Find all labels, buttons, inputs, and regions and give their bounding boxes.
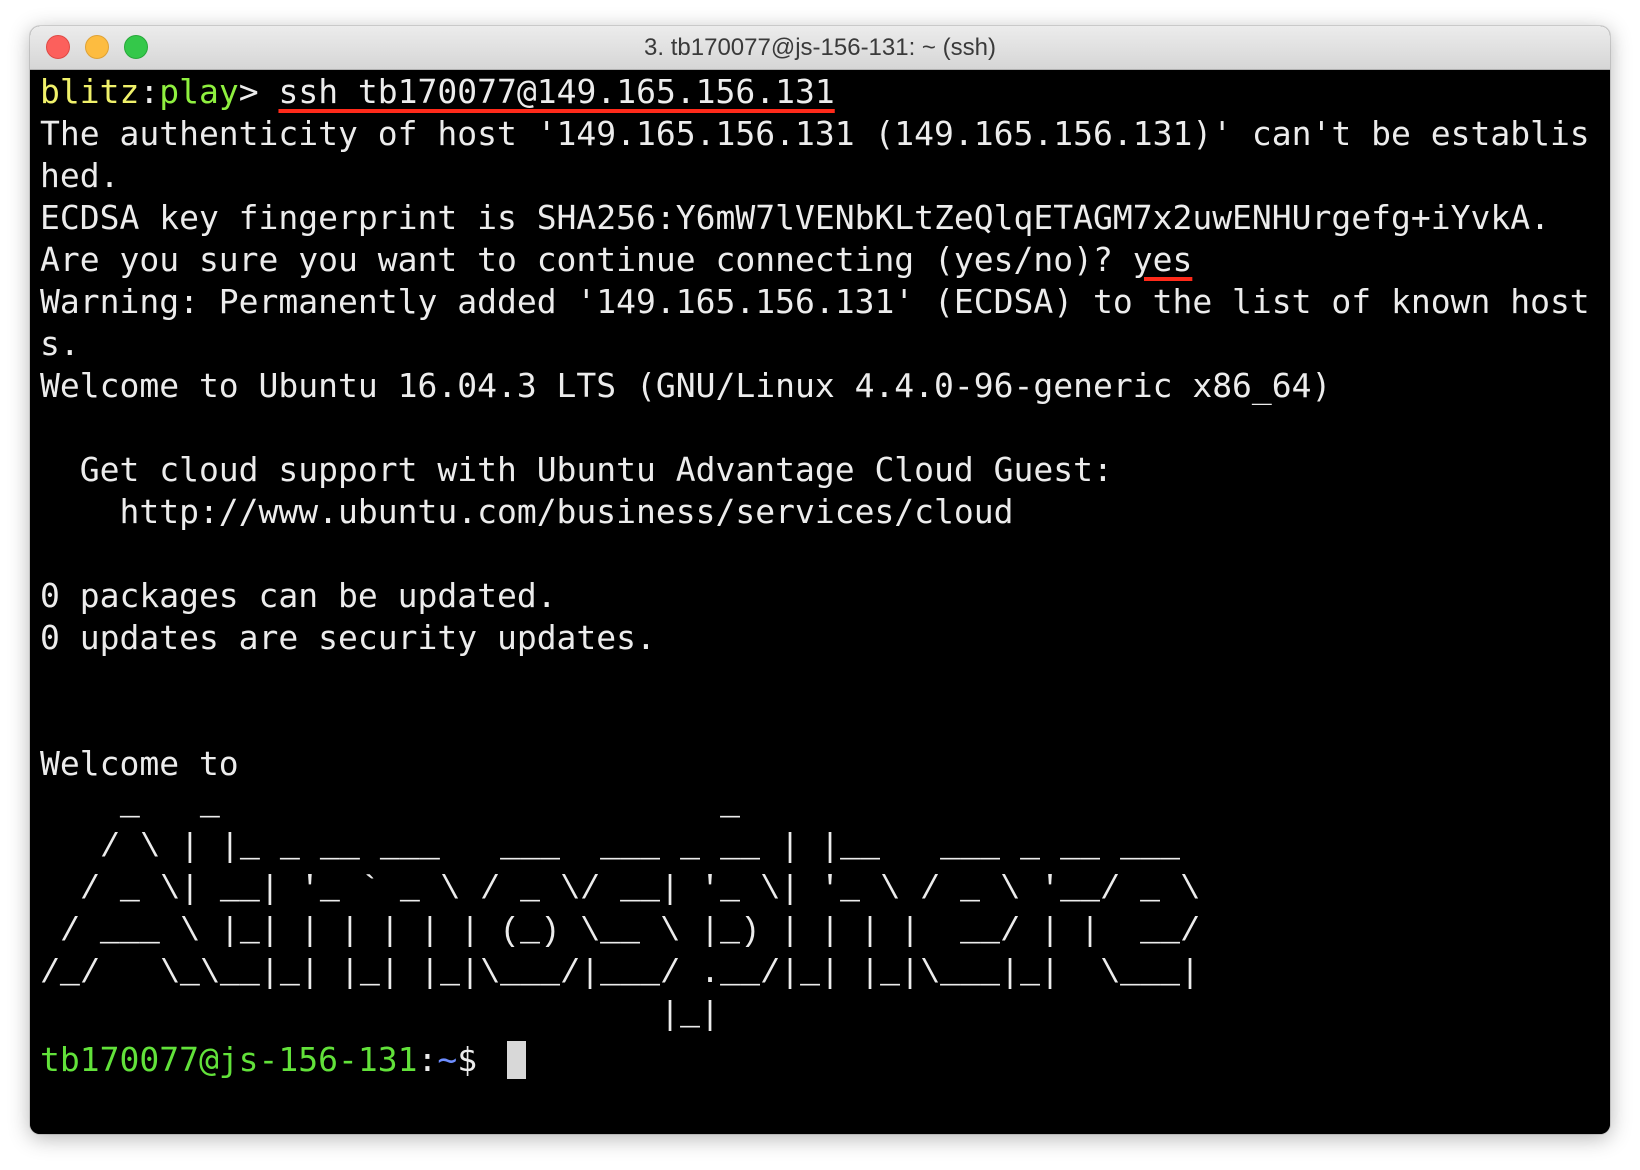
warning-line-2: s.: [40, 324, 80, 363]
text-cursor[interactable]: [507, 1041, 526, 1079]
security-updates-line: 0 updates are security updates.: [40, 618, 656, 657]
auth-message-line-2: hed.: [40, 156, 120, 195]
final-prompt-end: $: [457, 1040, 497, 1079]
final-prompt-directory: ~: [437, 1040, 458, 1079]
prompt-directory: play: [159, 72, 239, 111]
fingerprint-line: ECDSA key fingerprint is SHA256:Y6mW7lVE…: [40, 198, 1550, 237]
cloud-url-line: http://www.ubuntu.com/business/services/…: [40, 492, 1014, 531]
ascii-art-line: _ _ _: [40, 787, 741, 824]
ascii-art-line: |_|: [40, 997, 721, 1034]
prompt-end: >: [238, 72, 279, 111]
terminal-window: 3. tb170077@js-156-131: ~ (ssh) blitz:pl…: [30, 26, 1610, 1134]
final-prompt-line: tb170077@js-156-131:~$: [40, 1038, 526, 1082]
ascii-art-line: / _ \| __| '_ ` _ \ / _ \/ __| '_ \| '_ …: [40, 871, 1201, 908]
prompt-separator: :: [139, 72, 160, 111]
answer-yes: yes: [1132, 240, 1193, 279]
welcome-to-line: Welcome to: [40, 744, 239, 783]
auth-message-line-1: The authenticity of host '149.165.156.13…: [40, 114, 1590, 153]
continue-prompt-line: Are you sure you want to continue connec…: [40, 238, 1192, 282]
ascii-art-line: / ___ \ |_| | | | | | (_) \__ \ |_) | | …: [40, 913, 1201, 950]
final-prompt-separator: :: [417, 1040, 438, 1079]
command-line: blitz:play> ssh tb170077@149.165.156.131: [40, 70, 835, 114]
continue-question: Are you sure you want to continue connec…: [40, 240, 1133, 279]
terminal-output[interactable]: blitz:play> ssh tb170077@149.165.156.131…: [30, 70, 1610, 1134]
final-prompt-user: tb170077@js-156-131: [40, 1040, 418, 1079]
ascii-art-line: / \ | |_ _ __ ___ ___ ___ _ __ | |__ ___…: [40, 829, 1181, 866]
ascii-art-line: /_/ \_\__|_| |_| |_|\___/|___/ .__/|_| |…: [40, 955, 1201, 992]
ssh-command: ssh tb170077@149.165.156.131: [278, 72, 835, 111]
warning-line-1: Warning: Permanently added '149.165.156.…: [40, 282, 1590, 321]
cloud-support-line: Get cloud support with Ubuntu Advantage …: [40, 450, 1113, 489]
window-title: 3. tb170077@js-156-131: ~ (ssh): [644, 34, 996, 61]
title-bar[interactable]: 3. tb170077@js-156-131: ~ (ssh): [30, 26, 1610, 70]
ubuntu-welcome-line: Welcome to Ubuntu 16.04.3 LTS (GNU/Linux…: [40, 366, 1332, 405]
packages-line: 0 packages can be updated.: [40, 576, 557, 615]
prompt-host: blitz: [40, 72, 140, 111]
